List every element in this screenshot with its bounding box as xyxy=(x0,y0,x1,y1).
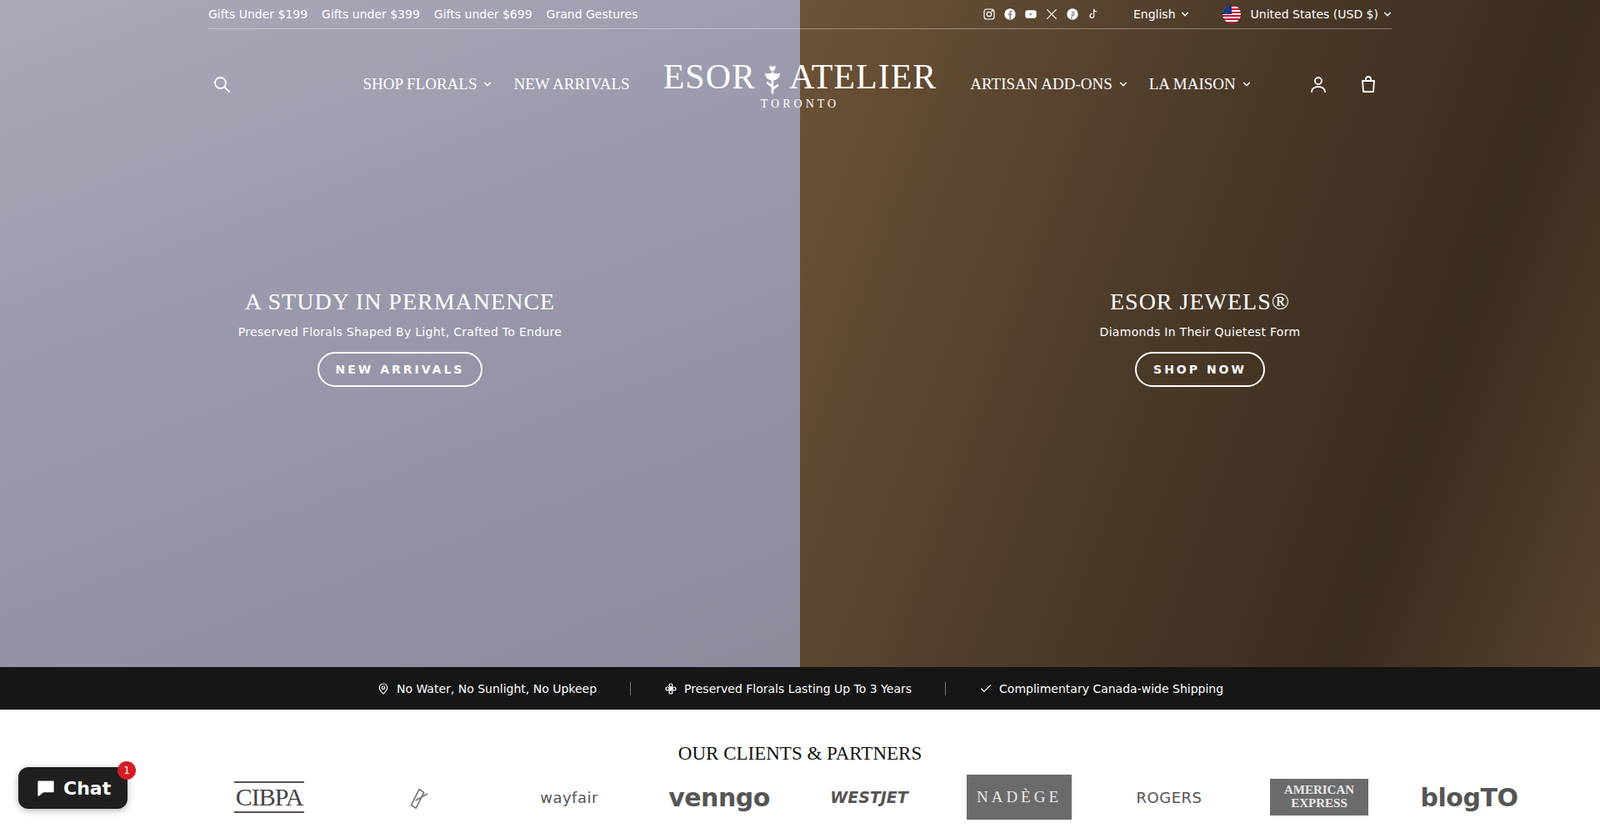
partner-logo-label: ROGERS xyxy=(1136,788,1203,806)
currency-selector[interactable]: United States (USD $) xyxy=(1222,5,1392,24)
nav-link-label: SHOP FLORALS xyxy=(362,75,477,94)
social-links xyxy=(982,7,1100,21)
top-links: Gifts Under $199 Gifts under $399 Gifts un… xyxy=(208,7,638,21)
top-link[interactable]: Grand Gestures xyxy=(546,7,639,21)
partner-logo-label: AMERICAN EXPRESS xyxy=(1270,778,1369,815)
partner-logo: blogTO xyxy=(1394,775,1545,819)
chevron-down-icon xyxy=(1119,80,1128,89)
chat-label: Chat xyxy=(63,777,111,799)
partner-logos: CIBPA wayfair venngo WESTJET NADÈGE ROGERS AME… xyxy=(0,774,1600,820)
nav-link-label: NEW ARRIVALS xyxy=(513,75,630,94)
top-link[interactable]: Gifts under $699 xyxy=(434,7,533,21)
partner-logo: ROGERS xyxy=(1094,775,1245,819)
nav-left: SHOP FLORALS NEW ARRIVALS xyxy=(208,74,664,95)
partners-section: OUR CLIENTS & PARTNERS CIBPA wayfair venngo… xyxy=(0,709,1600,820)
rose-icon xyxy=(757,57,788,96)
chat-button[interactable]: Chat1 xyxy=(18,766,128,809)
chevron-down-icon xyxy=(483,80,492,89)
partners-title: OUR CLIENTS & PARTNERS xyxy=(0,742,1600,765)
feature-item: No Water, No Sunlight, No Upkeep xyxy=(343,681,630,695)
instagram-icon[interactable] xyxy=(982,7,996,21)
top-right: English United States (USD $) xyxy=(982,5,1392,24)
partner-logo-label: venngo xyxy=(668,782,770,812)
chevron-down-icon xyxy=(1180,10,1190,19)
partner-logo: venngo xyxy=(644,775,795,819)
partner-logo-label: NADÈGE xyxy=(966,774,1072,820)
nav-link-label: LA MAISON xyxy=(1149,75,1236,94)
hero-title: A STUDY IN PERMANENCE xyxy=(245,288,555,315)
top-link[interactable]: Gifts under $399 xyxy=(321,7,420,21)
nav-link[interactable]: ARTISAN ADD-ONS xyxy=(970,75,1127,94)
x-icon[interactable] xyxy=(1045,7,1059,21)
separator xyxy=(630,681,631,695)
partner-logo: wayfair xyxy=(494,775,645,819)
partner-logo xyxy=(344,775,495,819)
chat-bubble-icon xyxy=(35,776,57,799)
partner-logo: NADÈGE xyxy=(944,774,1095,820)
hero-subtitle: Preserved Florals Shaped By Light, Craft… xyxy=(238,325,563,339)
main-nav: SHOP FLORALS NEW ARRIVALS ESOR ATELIER TORON… xyxy=(208,29,1392,139)
nav-links: SHOP FLORALS NEW ARRIVALS xyxy=(362,75,630,94)
hero-button[interactable]: SHOP NOW xyxy=(1135,351,1265,387)
logo-city: TORONTO xyxy=(760,97,840,111)
pinterest-icon[interactable] xyxy=(1065,7,1080,21)
nav-link[interactable]: NEW ARRIVALS xyxy=(513,75,630,94)
top-bar: Gifts Under $199 Gifts under $399 Gifts un… xyxy=(208,0,1392,30)
logo-first: ESOR xyxy=(663,59,756,95)
partner-logo: WESTJET xyxy=(794,775,945,819)
hero-button[interactable]: NEW ARRIVALS xyxy=(317,351,484,387)
partner-logo-label: wayfair xyxy=(540,788,599,806)
pin-icon xyxy=(376,681,390,695)
separator xyxy=(945,681,946,695)
flower-icon xyxy=(664,681,678,695)
header-inner: Gifts Under $199 Gifts under $399 Gifts un… xyxy=(208,0,1392,139)
check-icon xyxy=(979,681,993,695)
partner-mark-icon xyxy=(405,780,434,813)
feature-item: Complimentary Canada-wide Shipping xyxy=(945,681,1257,695)
hero-panel[interactable]: ESOR JEWELS® Diamonds In Their Quietest F… xyxy=(800,0,1600,667)
feature-text: No Water, No Sunlight, No Upkeep xyxy=(396,681,597,695)
youtube-icon[interactable] xyxy=(1024,7,1038,21)
partner-logo-label: CIBPA xyxy=(234,780,305,813)
feature-text: Complimentary Canada-wide Shipping xyxy=(999,681,1224,695)
brand-logo[interactable]: ESOR ATELIER TORONTO xyxy=(663,57,938,111)
chevron-down-icon xyxy=(1383,10,1392,19)
search-icon[interactable] xyxy=(211,74,232,95)
language-selector[interactable]: English xyxy=(1133,7,1190,21)
cart-icon[interactable] xyxy=(1358,74,1379,95)
chat-badge: 1 xyxy=(117,760,136,780)
flag-canton xyxy=(1222,5,1232,15)
top-link[interactable]: Gifts Under $199 xyxy=(208,7,308,21)
language-label: English xyxy=(1133,7,1176,21)
nav-link[interactable]: SHOP FLORALS xyxy=(362,75,492,94)
logo-wordmark: ESOR ATELIER xyxy=(663,57,938,96)
partner-logo-label: WESTJET xyxy=(830,787,909,806)
user-icon[interactable] xyxy=(1308,74,1329,95)
facebook-icon[interactable] xyxy=(1003,7,1017,21)
partner-logo-label: blogTO xyxy=(1420,782,1519,812)
nav-link[interactable]: LA MAISON xyxy=(1149,75,1251,94)
partner-logo: AMERICAN EXPRESS xyxy=(1244,775,1395,819)
site-header: Gifts Under $199 Gifts under $399 Gifts un… xyxy=(0,0,1600,139)
us-flag-icon xyxy=(1222,5,1241,24)
feature-item: Preserved Florals Lasting Up To 3 Years xyxy=(630,681,945,695)
nav-links: ARTISAN ADD-ONS LA MAISON xyxy=(970,75,1250,94)
nav-right: ARTISAN ADD-ONS LA MAISON xyxy=(936,74,1392,95)
nav-link-label: ARTISAN ADD-ONS xyxy=(970,75,1112,94)
currency-label: United States (USD $) xyxy=(1250,7,1379,21)
logo-second: ATELIER xyxy=(789,59,937,95)
hero-panel[interactable]: A STUDY IN PERMANENCE Preserved Florals S… xyxy=(0,0,800,667)
feature-text: Preserved Florals Lasting Up To 3 Years xyxy=(684,681,912,695)
hero-title: ESOR JEWELS® xyxy=(1110,288,1290,315)
header-icons xyxy=(1308,74,1379,95)
chevron-down-icon xyxy=(1242,80,1251,89)
partner-logo: CIBPA xyxy=(194,775,345,819)
tiktok-icon[interactable] xyxy=(1086,7,1100,21)
feature-strip: No Water, No Sunlight, No Upkeep Preserve… xyxy=(0,666,1600,710)
hero-subtitle: Diamonds In Their Quietest Form xyxy=(1100,325,1301,339)
